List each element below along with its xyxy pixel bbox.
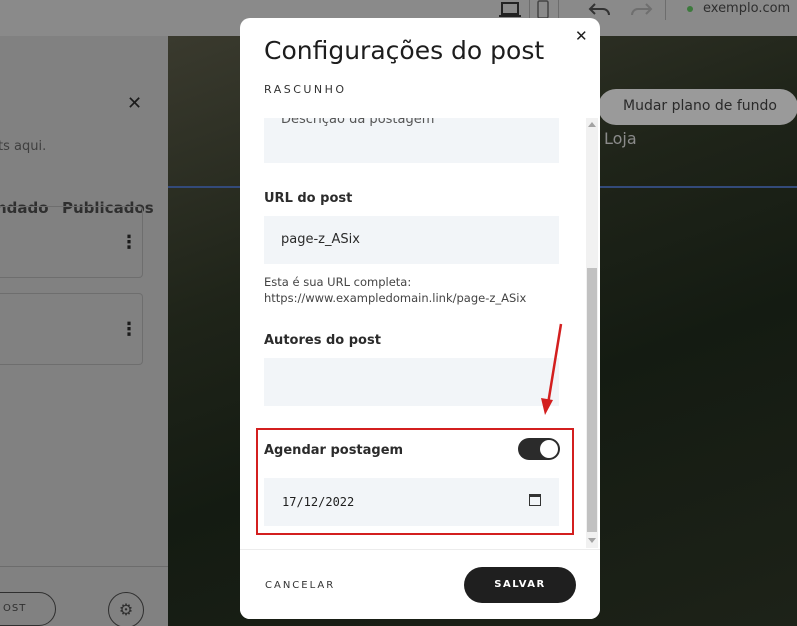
site-domain[interactable]: exemplo.com — [703, 1, 790, 16]
topbar-divider — [665, 0, 666, 20]
scroll-down-icon[interactable] — [588, 538, 596, 543]
url-field-label: URL do post — [264, 191, 353, 206]
schedule-date-value: 17/12/2022 — [282, 495, 355, 509]
posts-panel: ✕ ts aqui. ndado Publicados ⋮ ⋮ OST ⚙ — [0, 36, 168, 626]
schedule-date-input[interactable]: 17/12/2022 — [264, 478, 559, 526]
modal-footer: CANCELAR SALVAR — [240, 549, 600, 619]
shop-nav-label[interactable]: Loja — [604, 129, 637, 148]
url-helper-line: Esta é sua URL completa: — [264, 275, 412, 289]
close-icon[interactable]: ✕ — [575, 27, 588, 45]
post-description-field[interactable]: Descrição da postagem — [264, 118, 559, 163]
undo-icon[interactable] — [587, 0, 613, 20]
modal-scroll-area[interactable]: Descrição da postagem URL do post page-z… — [240, 118, 600, 548]
scrollbar-thumb[interactable] — [587, 268, 597, 532]
more-options-icon[interactable]: ⋮ — [120, 319, 138, 340]
more-options-icon[interactable]: ⋮ — [120, 232, 138, 253]
description-placeholder: Descrição da postagem — [281, 118, 435, 127]
close-icon[interactable]: ✕ — [127, 93, 142, 114]
schedule-toggle[interactable] — [518, 438, 560, 460]
calendar-icon[interactable] — [529, 494, 541, 506]
desktop-icon[interactable] — [497, 0, 523, 20]
scroll-up-icon[interactable] — [588, 122, 596, 127]
topbar-divider — [529, 0, 530, 20]
post-url-input[interactable]: page-z_ASix — [264, 216, 559, 264]
post-status-label: RASCUNHO — [264, 83, 347, 96]
cancel-button[interactable]: CANCELAR — [265, 580, 335, 591]
post-authors-input[interactable] — [264, 358, 559, 406]
new-post-button[interactable]: OST — [0, 592, 56, 626]
topbar-divider — [558, 0, 559, 20]
full-url-text: https://www.exampledomain.link/page-z_AS… — [264, 291, 527, 305]
toggle-knob — [540, 440, 558, 458]
gear-icon[interactable]: ⚙ — [108, 592, 144, 626]
url-helper-text: Esta é sua URL completa: https://www.exa… — [264, 274, 526, 306]
modal-title: Configurações do post — [264, 36, 545, 65]
panel-divider — [0, 566, 168, 567]
post-settings-modal: Configurações do post ✕ RASCUNHO Descriç… — [240, 18, 600, 619]
save-button[interactable]: SALVAR — [464, 567, 576, 603]
schedule-label: Agendar postagem — [264, 443, 404, 458]
domain-status-dot — [687, 6, 693, 12]
mobile-icon[interactable] — [535, 0, 551, 20]
panel-hint-text: ts aqui. — [0, 139, 47, 154]
change-background-button[interactable]: Mudar plano de fundo — [598, 89, 797, 125]
modal-scrollbar[interactable] — [586, 118, 598, 548]
authors-field-label: Autores do post — [264, 333, 381, 348]
redo-icon[interactable] — [628, 0, 654, 20]
